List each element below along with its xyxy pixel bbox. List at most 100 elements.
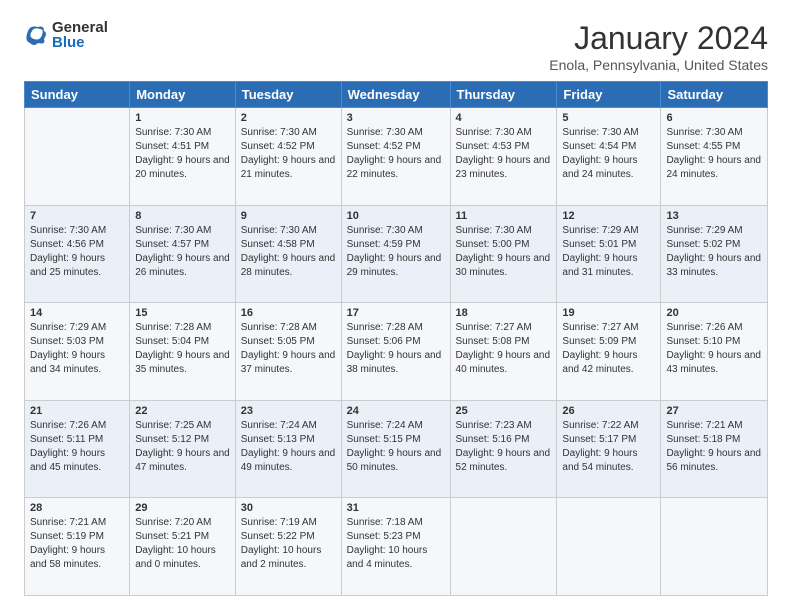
header-friday: Friday bbox=[557, 82, 661, 108]
day-number: 26 bbox=[562, 405, 655, 417]
day-cell: 31Sunrise: 7:18 AMSunset: 5:23 PMDayligh… bbox=[341, 498, 450, 596]
day-number: 27 bbox=[666, 405, 762, 417]
day-info: Sunrise: 7:26 AMSunset: 5:11 PMDaylight:… bbox=[30, 419, 124, 475]
day-number: 11 bbox=[456, 210, 552, 222]
day-cell: 29 Sunrise: 7:20 AMSunset: 5:21 PMDayligh… bbox=[130, 498, 236, 596]
day-cell: 16 Sunrise: 7:28 AMSunset: 5:05 PMDayligh… bbox=[235, 303, 341, 401]
day-cell: 9 Sunrise: 7:30 AMSunset: 4:58 PMDaylight… bbox=[235, 205, 341, 303]
header-saturday: Saturday bbox=[661, 82, 768, 108]
day-info: Sunrise: 7:30 AMSunset: 4:52 PMDaylight:… bbox=[347, 126, 445, 182]
day-cell: 8Sunrise: 7:30 AMSunset: 4:57 PMDaylight… bbox=[130, 205, 236, 303]
day-cell: 18 Sunrise: 7:27 AMSunset: 5:08 PMDayligh… bbox=[450, 303, 557, 401]
day-info: Sunrise: 7:30 AMSunset: 5:00 PMDaylight:… bbox=[456, 224, 552, 280]
day-number: 30 bbox=[241, 502, 336, 514]
day-cell: 2 Sunrise: 7:30 AMSunset: 4:52 PMDaylight… bbox=[235, 108, 341, 206]
day-number: 1 bbox=[135, 112, 230, 124]
day-info: Sunrise: 7:27 AMSunset: 5:08 PMDaylight:… bbox=[456, 321, 552, 377]
day-number: 24 bbox=[347, 405, 445, 417]
day-cell: 11 Sunrise: 7:30 AMSunset: 5:00 PMDayligh… bbox=[450, 205, 557, 303]
day-info: Sunrise: 7:30 AMSunset: 4:59 PMDaylight:… bbox=[347, 224, 445, 280]
day-info: Sunrise: 7:29 AMSunset: 5:01 PMDaylight:… bbox=[562, 224, 655, 280]
day-number: 6 bbox=[666, 112, 762, 124]
day-number: 4 bbox=[456, 112, 552, 124]
day-number: 31 bbox=[347, 502, 445, 514]
day-info: Sunrise: 7:30 AMSunset: 4:56 PMDaylight:… bbox=[30, 224, 124, 280]
day-info: Sunrise: 7:29 AMSunset: 5:03 PMDaylight:… bbox=[30, 321, 124, 377]
week-row-1: 1 Sunrise: 7:30 AMSunset: 4:51 PMDaylight… bbox=[25, 108, 768, 206]
day-cell: 27 Sunrise: 7:21 AMSunset: 5:18 PMDayligh… bbox=[661, 400, 768, 498]
day-number: 18 bbox=[456, 307, 552, 319]
day-cell bbox=[450, 498, 557, 596]
day-cell: 6Sunrise: 7:30 AMSunset: 4:55 PMDaylight… bbox=[661, 108, 768, 206]
day-cell bbox=[557, 498, 661, 596]
day-info: Sunrise: 7:30 AMSunset: 4:52 PMDaylight:… bbox=[241, 126, 336, 182]
header-row: Sunday Monday Tuesday Wednesday Thursday… bbox=[25, 82, 768, 108]
week-row-3: 14 Sunrise: 7:29 AMSunset: 5:03 PMDayligh… bbox=[25, 303, 768, 401]
day-number: 29 bbox=[135, 502, 230, 514]
day-info: Sunrise: 7:21 AMSunset: 5:19 PMDaylight:… bbox=[30, 516, 124, 572]
logo-icon bbox=[24, 23, 48, 47]
day-info: Sunrise: 7:21 AMSunset: 5:18 PMDaylight:… bbox=[666, 419, 762, 475]
day-number: 28 bbox=[30, 502, 124, 514]
day-number: 21 bbox=[30, 405, 124, 417]
day-info: Sunrise: 7:29 AMSunset: 5:02 PMDaylight:… bbox=[666, 224, 762, 280]
day-number: 17 bbox=[347, 307, 445, 319]
day-cell: 7 Sunrise: 7:30 AMSunset: 4:56 PMDaylight… bbox=[25, 205, 130, 303]
day-cell: 20Sunrise: 7:26 AMSunset: 5:10 PMDayligh… bbox=[661, 303, 768, 401]
week-row-2: 7 Sunrise: 7:30 AMSunset: 4:56 PMDaylight… bbox=[25, 205, 768, 303]
calendar-title: January 2024 bbox=[549, 20, 768, 57]
day-cell: 30 Sunrise: 7:19 AMSunset: 5:22 PMDayligh… bbox=[235, 498, 341, 596]
logo-text: General Blue bbox=[52, 20, 108, 50]
day-number: 22 bbox=[135, 405, 230, 417]
day-info: Sunrise: 7:30 AMSunset: 4:51 PMDaylight:… bbox=[135, 126, 230, 182]
day-cell: 14 Sunrise: 7:29 AMSunset: 5:03 PMDayligh… bbox=[25, 303, 130, 401]
day-cell: 1 Sunrise: 7:30 AMSunset: 4:51 PMDaylight… bbox=[130, 108, 236, 206]
day-number: 19 bbox=[562, 307, 655, 319]
header-monday: Monday bbox=[130, 82, 236, 108]
day-info: Sunrise: 7:24 AMSunset: 5:15 PMDaylight:… bbox=[347, 419, 445, 475]
day-cell bbox=[25, 108, 130, 206]
day-info: Sunrise: 7:19 AMSunset: 5:22 PMDaylight:… bbox=[241, 516, 336, 572]
page: General Blue January 2024 Enola, Pennsyl… bbox=[0, 0, 792, 612]
day-number: 5 bbox=[562, 112, 655, 124]
day-number: 12 bbox=[562, 210, 655, 222]
calendar-subtitle: Enola, Pennsylvania, United States bbox=[549, 57, 768, 73]
day-info: Sunrise: 7:30 AMSunset: 4:58 PMDaylight:… bbox=[241, 224, 336, 280]
day-cell: 12 Sunrise: 7:29 AMSunset: 5:01 PMDayligh… bbox=[557, 205, 661, 303]
day-cell: 5Sunrise: 7:30 AMSunset: 4:54 PMDaylight… bbox=[557, 108, 661, 206]
day-number: 3 bbox=[347, 112, 445, 124]
day-number: 2 bbox=[241, 112, 336, 124]
day-number: 16 bbox=[241, 307, 336, 319]
day-cell: 17Sunrise: 7:28 AMSunset: 5:06 PMDayligh… bbox=[341, 303, 450, 401]
day-cell: 10 Sunrise: 7:30 AMSunset: 4:59 PMDayligh… bbox=[341, 205, 450, 303]
header-thursday: Thursday bbox=[450, 82, 557, 108]
day-number: 7 bbox=[30, 210, 124, 222]
header: General Blue January 2024 Enola, Pennsyl… bbox=[24, 20, 768, 73]
day-cell: 28 Sunrise: 7:21 AMSunset: 5:19 PMDayligh… bbox=[25, 498, 130, 596]
day-number: 10 bbox=[347, 210, 445, 222]
day-cell: 4 Sunrise: 7:30 AMSunset: 4:53 PMDaylight… bbox=[450, 108, 557, 206]
week-row-4: 21 Sunrise: 7:26 AMSunset: 5:11 PMDayligh… bbox=[25, 400, 768, 498]
day-number: 13 bbox=[666, 210, 762, 222]
day-number: 9 bbox=[241, 210, 336, 222]
day-number: 8 bbox=[135, 210, 230, 222]
week-row-5: 28 Sunrise: 7:21 AMSunset: 5:19 PMDayligh… bbox=[25, 498, 768, 596]
day-cell: 21 Sunrise: 7:26 AMSunset: 5:11 PMDayligh… bbox=[25, 400, 130, 498]
calendar-table: Sunday Monday Tuesday Wednesday Thursday… bbox=[24, 81, 768, 596]
day-number: 15 bbox=[135, 307, 230, 319]
day-cell bbox=[661, 498, 768, 596]
day-cell: 3 Sunrise: 7:30 AMSunset: 4:52 PMDaylight… bbox=[341, 108, 450, 206]
day-cell: 23Sunrise: 7:24 AMSunset: 5:13 PMDayligh… bbox=[235, 400, 341, 498]
day-cell: 13 Sunrise: 7:29 AMSunset: 5:02 PMDayligh… bbox=[661, 205, 768, 303]
day-info: Sunrise: 7:28 AMSunset: 5:05 PMDaylight:… bbox=[241, 321, 336, 377]
day-info: Sunrise: 7:30 AMSunset: 4:53 PMDaylight:… bbox=[456, 126, 552, 182]
logo-blue-text: Blue bbox=[52, 35, 108, 50]
day-info: Sunrise: 7:20 AMSunset: 5:21 PMDaylight:… bbox=[135, 516, 230, 572]
header-wednesday: Wednesday bbox=[341, 82, 450, 108]
calendar-header: Sunday Monday Tuesday Wednesday Thursday… bbox=[25, 82, 768, 108]
day-info: Sunrise: 7:24 AMSunset: 5:13 PMDaylight:… bbox=[241, 419, 336, 475]
day-number: 14 bbox=[30, 307, 124, 319]
calendar-body: 1 Sunrise: 7:30 AMSunset: 4:51 PMDaylight… bbox=[25, 108, 768, 596]
logo: General Blue bbox=[24, 20, 108, 50]
header-sunday: Sunday bbox=[25, 82, 130, 108]
